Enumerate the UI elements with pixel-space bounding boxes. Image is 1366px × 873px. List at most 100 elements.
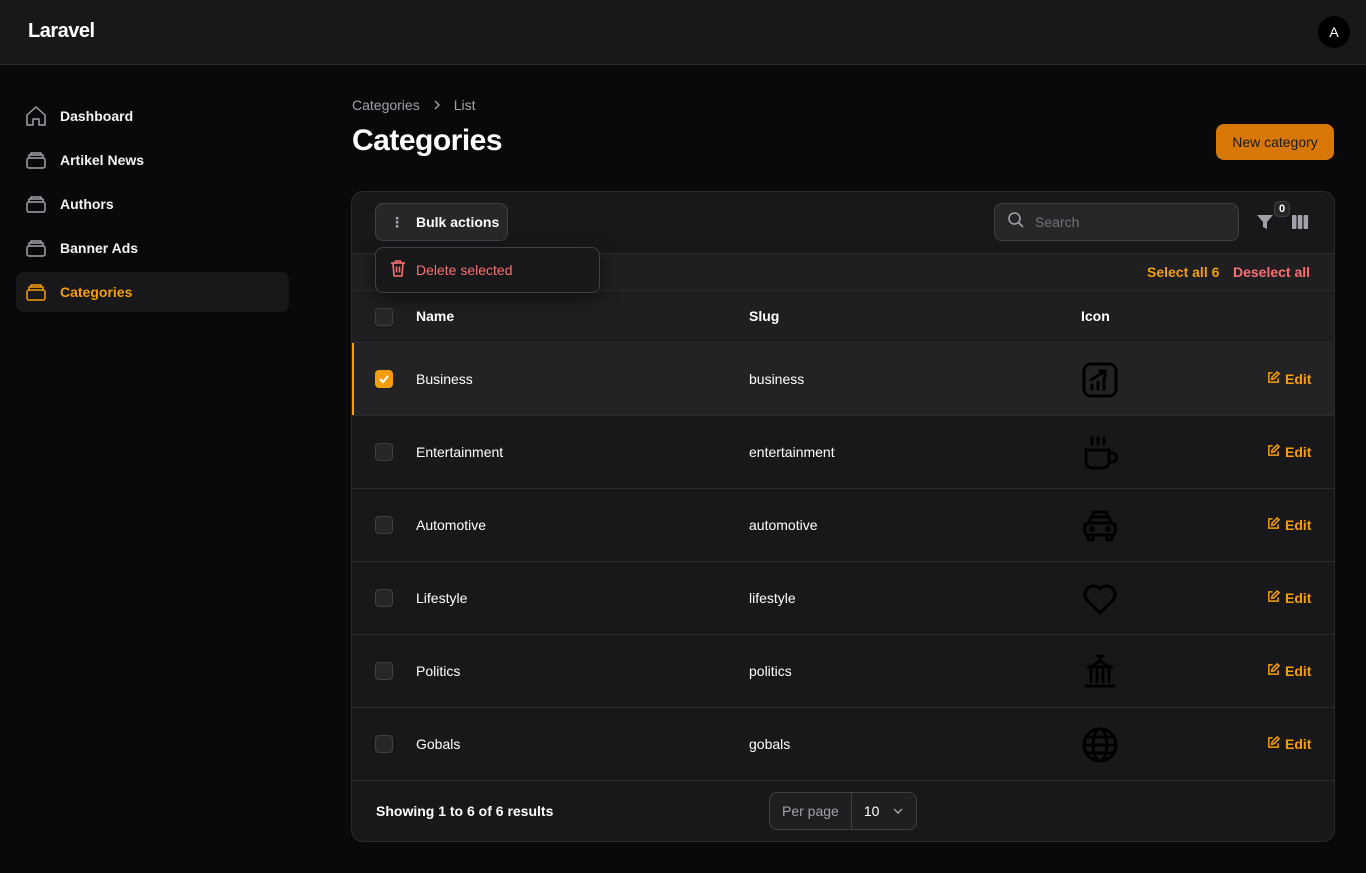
sidebar-item-label: Categories xyxy=(60,284,133,300)
per-page-label: Per page xyxy=(770,793,852,829)
row-checkbox[interactable] xyxy=(375,370,393,388)
bulk-actions-menu[interactable]: Delete selected xyxy=(375,247,600,293)
column-header-icon: Icon xyxy=(1081,308,1110,324)
dots-vertical-icon: ⋮ xyxy=(390,214,404,230)
cell-name: Entertainment xyxy=(416,444,504,460)
brand-logo[interactable]: Laravel xyxy=(28,20,95,43)
chart-trend-icon xyxy=(1081,361,1119,399)
cell-name: Automotive xyxy=(416,517,487,533)
heart-icon xyxy=(1081,580,1119,618)
row-checkbox[interactable] xyxy=(375,735,393,753)
trash-icon xyxy=(390,259,406,282)
pagination-summary: Showing 1 to 6 of 6 results xyxy=(376,803,554,819)
edit-label: Edit xyxy=(1285,736,1312,752)
per-page-value-wrap[interactable]: 10 xyxy=(852,803,904,819)
breadcrumb-item-categories[interactable]: Categories xyxy=(352,97,420,113)
table-row[interactable]: Entertainment entertainment Edit xyxy=(352,416,1334,489)
delete-selected-item[interactable]: Delete selected xyxy=(416,262,513,278)
cell-slug: business xyxy=(749,371,805,387)
table-row[interactable]: Politics politics Edit xyxy=(352,635,1334,708)
cell-name: Business xyxy=(416,371,473,387)
edit-label: Edit xyxy=(1285,590,1312,606)
cell-slug: automotive xyxy=(749,517,818,533)
cell-name: Lifestyle xyxy=(416,590,468,606)
search-input[interactable] xyxy=(1035,214,1225,230)
sidebar-item-dashboard[interactable]: Dashboard xyxy=(16,96,289,136)
home-icon xyxy=(24,104,48,128)
edit-label: Edit xyxy=(1285,663,1312,679)
mug-icon xyxy=(1081,434,1119,472)
chevron-down-icon xyxy=(893,803,903,819)
stack-icon xyxy=(24,148,48,172)
sidebar-item-artikel-news[interactable]: Artikel News xyxy=(16,140,289,180)
page-title: Categories xyxy=(352,124,503,157)
edit-label: Edit xyxy=(1285,444,1312,460)
edit-action[interactable]: Edit xyxy=(1267,443,1312,460)
row-checkbox[interactable] xyxy=(375,662,393,680)
pencil-square-icon xyxy=(1267,516,1281,533)
table-row[interactable]: Lifestyle lifestyle Edit xyxy=(352,562,1334,635)
cell-name: Gobals xyxy=(416,736,461,752)
stack-icon xyxy=(24,192,48,216)
edit-label: Edit xyxy=(1285,371,1312,387)
cell-slug: gobals xyxy=(749,736,791,752)
row-checkbox[interactable] xyxy=(375,589,393,607)
sidebar-item-label: Artikel News xyxy=(60,152,145,168)
sidebar-item-banner-ads[interactable]: Banner Ads xyxy=(16,228,289,268)
breadcrumb: Categories List xyxy=(352,97,476,113)
table-footer: Showing 1 to 6 of 6 results Per page 10 xyxy=(352,780,1334,841)
pencil-square-icon xyxy=(1267,735,1281,752)
pencil-square-icon xyxy=(1267,370,1281,387)
per-page-value: 10 xyxy=(863,803,880,819)
edit-action[interactable]: Edit xyxy=(1267,370,1312,387)
user-avatar[interactable]: A xyxy=(1318,16,1350,48)
edit-action[interactable]: Edit xyxy=(1267,662,1312,679)
edit-action[interactable]: Edit xyxy=(1267,516,1312,533)
chevron-right-icon xyxy=(432,97,442,113)
table-row[interactable]: Automotive automotive Edit xyxy=(352,489,1334,562)
new-category-button[interactable]: New category xyxy=(1216,124,1334,160)
column-header-slug[interactable]: Slug xyxy=(749,308,779,324)
search-icon xyxy=(1007,211,1025,234)
row-checkbox[interactable] xyxy=(375,443,393,461)
select-all-link[interactable]: Select all 6 xyxy=(1147,264,1219,280)
sidebar-item-label: Dashboard xyxy=(60,108,134,124)
cell-slug: lifestyle xyxy=(749,590,796,606)
edit-label: Edit xyxy=(1285,517,1312,533)
cell-slug: entertainment xyxy=(749,444,835,460)
table-row[interactable]: Gobals gobals Edit xyxy=(352,708,1334,781)
row-checkbox[interactable] xyxy=(375,516,393,534)
pencil-square-icon xyxy=(1267,662,1281,679)
stack-icon xyxy=(24,236,48,260)
cell-slug: politics xyxy=(749,663,792,679)
per-page-select[interactable]: Per page 10 xyxy=(769,792,917,830)
table-header: Name Slug Icon xyxy=(352,291,1334,343)
sidebar: Dashboard Artikel News Authors Banner Ad… xyxy=(16,96,289,316)
car-icon xyxy=(1081,507,1119,545)
bulk-actions-label: Bulk actions xyxy=(416,214,500,230)
sidebar-item-label: Banner Ads xyxy=(60,240,139,256)
cell-name: Politics xyxy=(416,663,461,679)
deselect-all-link[interactable]: Deselect all xyxy=(1233,264,1310,280)
globe-icon xyxy=(1081,726,1119,764)
table-toolbar: ⋮ Bulk actions 0 xyxy=(352,192,1334,254)
building-icon xyxy=(1081,653,1119,691)
edit-action[interactable]: Edit xyxy=(1267,589,1312,606)
bulk-actions-button[interactable]: ⋮ Bulk actions xyxy=(375,203,508,241)
select-all-checkbox[interactable] xyxy=(375,308,393,326)
column-header-name[interactable]: Name xyxy=(416,308,454,324)
topbar: Laravel A xyxy=(0,0,1366,65)
pencil-square-icon xyxy=(1267,443,1281,460)
stack-icon xyxy=(24,280,48,304)
filter-count-badge: 0 xyxy=(1274,201,1290,217)
edit-action[interactable]: Edit xyxy=(1267,735,1312,752)
sidebar-item-label: Authors xyxy=(60,196,114,212)
pencil-square-icon xyxy=(1267,589,1281,606)
breadcrumb-item-list: List xyxy=(453,97,476,113)
filter-icon[interactable] xyxy=(1255,212,1275,232)
sidebar-item-categories[interactable]: Categories xyxy=(16,272,289,312)
sidebar-item-authors[interactable]: Authors xyxy=(16,184,289,224)
table-row[interactable]: Business business Edit xyxy=(352,343,1334,416)
search-box[interactable] xyxy=(994,203,1239,241)
columns-icon[interactable] xyxy=(1290,212,1310,232)
